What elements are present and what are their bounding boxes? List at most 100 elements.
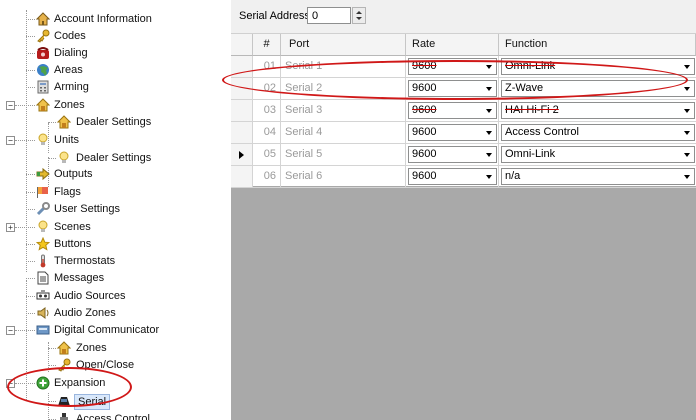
row-header[interactable] xyxy=(231,100,253,122)
table-row[interactable]: 04 Serial 4 9600 Access Control xyxy=(231,122,696,144)
tree-item-label: Scenes xyxy=(54,221,91,233)
tree-item-account-information[interactable]: Account Information xyxy=(26,11,226,28)
column-header-function[interactable]: Function xyxy=(499,34,696,56)
rate-dropdown[interactable]: 9600 xyxy=(408,58,497,75)
column-header-port[interactable]: Port xyxy=(281,34,406,56)
lightbulb-icon xyxy=(38,133,48,145)
rate-dropdown[interactable]: 9600 xyxy=(408,80,497,97)
tree-item-label: Digital Communicator xyxy=(54,324,160,336)
tree-item-audio-zones[interactable]: Audio Zones xyxy=(26,305,226,322)
row-header[interactable] xyxy=(231,166,253,188)
tree-item-flags[interactable]: Flags xyxy=(26,184,226,201)
tree-item-codes[interactable]: Codes xyxy=(26,28,226,45)
tree-item-label: Serial xyxy=(74,394,111,410)
tree-item-units[interactable]: − Units xyxy=(4,132,224,149)
port-number-cell: 01 xyxy=(253,56,281,78)
row-header[interactable] xyxy=(231,56,253,78)
tree-item-areas[interactable]: Areas xyxy=(26,62,226,79)
chevron-down-icon[interactable] xyxy=(483,147,496,162)
table-row[interactable]: 01 Serial 1 9600 Omni-Link xyxy=(231,56,696,78)
tree-item-arming[interactable]: Arming xyxy=(26,79,226,96)
tree-item-serial[interactable]: Serial xyxy=(48,393,228,410)
tree-item-label: Audio Zones xyxy=(54,307,116,319)
key-icon xyxy=(58,358,71,372)
keypad-icon xyxy=(37,80,49,94)
function-dropdown[interactable]: Z-Wave xyxy=(501,80,695,97)
tree-item-open-close[interactable]: Open/Close xyxy=(48,357,228,374)
tree-item-scenes[interactable]: + Scenes xyxy=(4,219,224,236)
tree-item-expansion[interactable]: − Expansion xyxy=(4,375,226,392)
function-dropdown[interactable]: Omni-Link xyxy=(501,58,695,75)
star-icon xyxy=(36,237,50,251)
column-header-rate[interactable]: Rate xyxy=(406,34,499,56)
collapse-toggle[interactable]: − xyxy=(6,379,15,388)
rate-dropdown[interactable]: 9600 xyxy=(408,102,497,119)
function-dropdown[interactable]: n/a xyxy=(501,168,695,185)
tree-item-user-settings[interactable]: User Settings xyxy=(26,201,226,218)
row-header[interactable] xyxy=(231,122,253,144)
tree-item-label: Thermostats xyxy=(54,255,116,267)
serial-address-label: Serial Address: xyxy=(239,10,313,22)
rate-dropdown[interactable]: 9600 xyxy=(408,124,497,141)
column-header-number[interactable]: # xyxy=(253,34,281,56)
port-number-cell: 02 xyxy=(253,78,281,100)
tree-item-zones-dealer-settings[interactable]: Dealer Settings xyxy=(48,114,228,131)
tree-item-audio-sources[interactable]: Audio Sources xyxy=(26,288,226,305)
port-name-cell: Serial 6 xyxy=(281,166,406,188)
tree-item-zones[interactable]: − Zones xyxy=(4,97,224,114)
collapse-toggle[interactable]: − xyxy=(6,326,15,335)
chevron-down-icon[interactable] xyxy=(681,147,694,162)
communicator-icon xyxy=(36,325,50,335)
tree-item-label: Units xyxy=(54,134,80,146)
chevron-down-icon[interactable] xyxy=(483,81,496,96)
table-row[interactable]: 06 Serial 6 9600 n/a xyxy=(231,166,696,188)
tree-item-units-dealer-settings[interactable]: Dealer Settings xyxy=(48,150,228,167)
table-row[interactable]: 02 Serial 2 9600 Z-Wave xyxy=(231,78,696,100)
expand-toggle[interactable]: + xyxy=(6,223,15,232)
key-icon xyxy=(37,29,50,43)
function-dropdown[interactable]: Omni-Link xyxy=(501,146,695,163)
chevron-down-icon[interactable] xyxy=(681,81,694,96)
serial-address-input[interactable]: 0 xyxy=(307,7,351,24)
tree-item-thermostats[interactable]: Thermostats xyxy=(26,253,226,270)
chevron-down-icon[interactable] xyxy=(681,103,694,118)
row-header[interactable] xyxy=(231,78,253,100)
house-zone-icon xyxy=(57,115,71,129)
function-dropdown[interactable]: Access Control xyxy=(501,124,695,141)
tree-item-outputs[interactable]: Outputs xyxy=(26,166,226,183)
tree-item-label: Dealer Settings xyxy=(76,152,152,164)
tree-item-access-control[interactable]: Access Control xyxy=(48,411,228,420)
phone-icon xyxy=(37,47,49,59)
table-row-current[interactable]: 05 Serial 5 9600 Omni-Link xyxy=(231,144,696,166)
tree-item-buttons[interactable]: Buttons xyxy=(26,236,226,253)
chevron-down-icon[interactable] xyxy=(483,169,496,184)
serial-toolbar: Serial Address: 0 xyxy=(231,0,696,34)
chevron-down-icon[interactable] xyxy=(681,125,694,140)
chevron-down-icon[interactable] xyxy=(681,169,694,184)
table-row[interactable]: 03 Serial 3 9600 HAI Hi-Fi 2 xyxy=(231,100,696,122)
tree-item-messages[interactable]: Messages xyxy=(26,270,226,287)
house-zone-icon xyxy=(57,341,71,355)
chevron-down-icon[interactable] xyxy=(483,125,496,140)
function-dropdown[interactable]: HAI Hi-Fi 2 xyxy=(501,102,695,119)
chevron-down-icon[interactable] xyxy=(483,59,496,74)
port-number-cell: 03 xyxy=(253,100,281,122)
collapse-toggle[interactable]: − xyxy=(6,136,15,145)
rate-dropdown[interactable]: 9600 xyxy=(408,168,497,185)
tree-item-dialing[interactable]: Dialing xyxy=(26,45,226,62)
tree-item-dc-zones[interactable]: Zones xyxy=(48,340,228,357)
collapse-toggle[interactable]: − xyxy=(6,101,15,110)
row-header[interactable] xyxy=(231,144,253,166)
audio-source-icon xyxy=(36,290,50,300)
chevron-down-icon[interactable] xyxy=(483,103,496,118)
tree-item-label: Messages xyxy=(54,272,105,284)
tree-item-digital-communicator[interactable]: − Digital Communicator xyxy=(4,322,226,339)
tree-item-label: Dealer Settings xyxy=(76,116,152,128)
spin-down-icon[interactable] xyxy=(356,17,362,20)
spin-up-icon[interactable] xyxy=(356,11,362,14)
tree-item-label: Account Information xyxy=(54,13,152,25)
serial-address-spinner[interactable] xyxy=(352,7,366,24)
rate-dropdown[interactable]: 9600 xyxy=(408,146,497,163)
house-zone-icon xyxy=(36,98,50,112)
chevron-down-icon[interactable] xyxy=(681,59,694,74)
